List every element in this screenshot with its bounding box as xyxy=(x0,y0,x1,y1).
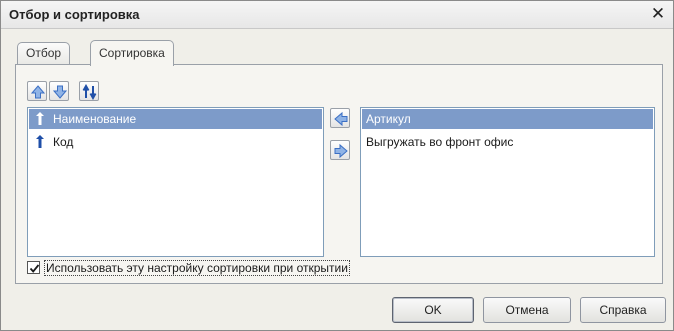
ok-button[interactable]: OK xyxy=(392,297,474,323)
list-item[interactable]: Выгружать во фронт офис xyxy=(362,132,653,152)
move-up-icon xyxy=(30,85,46,99)
title-bar: Отбор и сортировка ✕ xyxy=(1,1,673,29)
move-left-button[interactable] xyxy=(330,108,350,128)
cancel-button[interactable]: Отмена xyxy=(483,297,571,323)
list-item-label: Код xyxy=(53,135,74,149)
list-item-label: Артикул xyxy=(366,112,411,126)
move-right-button[interactable] xyxy=(330,140,350,160)
list-item[interactable]: Код xyxy=(29,132,322,152)
list-item[interactable]: Наименование xyxy=(29,109,322,129)
available-fields-list[interactable]: Наименование Код xyxy=(27,107,324,257)
move-left-icon xyxy=(334,111,348,127)
use-setting-checkbox[interactable] xyxy=(27,261,40,274)
pin-icon xyxy=(36,135,44,148)
close-button[interactable]: ✕ xyxy=(649,5,667,23)
sort-direction-icon xyxy=(82,84,97,100)
help-button[interactable]: Справка xyxy=(580,297,666,323)
tab-filter[interactable]: Отбор xyxy=(17,42,71,64)
sort-direction-button[interactable] xyxy=(79,81,99,101)
checkmark-icon xyxy=(29,264,40,273)
move-down-button[interactable] xyxy=(49,81,69,101)
move-up-button[interactable] xyxy=(27,81,47,101)
list-item-label: Выгружать во фронт офис xyxy=(366,135,514,149)
use-setting-label: Использовать эту настройку сортировки пр… xyxy=(44,260,350,276)
pin-icon xyxy=(36,112,44,125)
move-down-icon xyxy=(52,85,68,99)
list-item-label: Наименование xyxy=(53,112,137,126)
sort-dialog: Отбор и сортировка ✕ Отбор Сортировка На… xyxy=(0,0,674,331)
move-right-icon xyxy=(334,143,348,159)
dialog-title: Отбор и сортировка xyxy=(9,7,140,22)
list-item[interactable]: Артикул xyxy=(362,109,653,129)
tab-sorting[interactable]: Сортировка xyxy=(90,40,174,66)
close-icon: ✕ xyxy=(650,4,666,23)
sort-fields-list[interactable]: Артикул Выгружать во фронт офис xyxy=(360,107,655,257)
